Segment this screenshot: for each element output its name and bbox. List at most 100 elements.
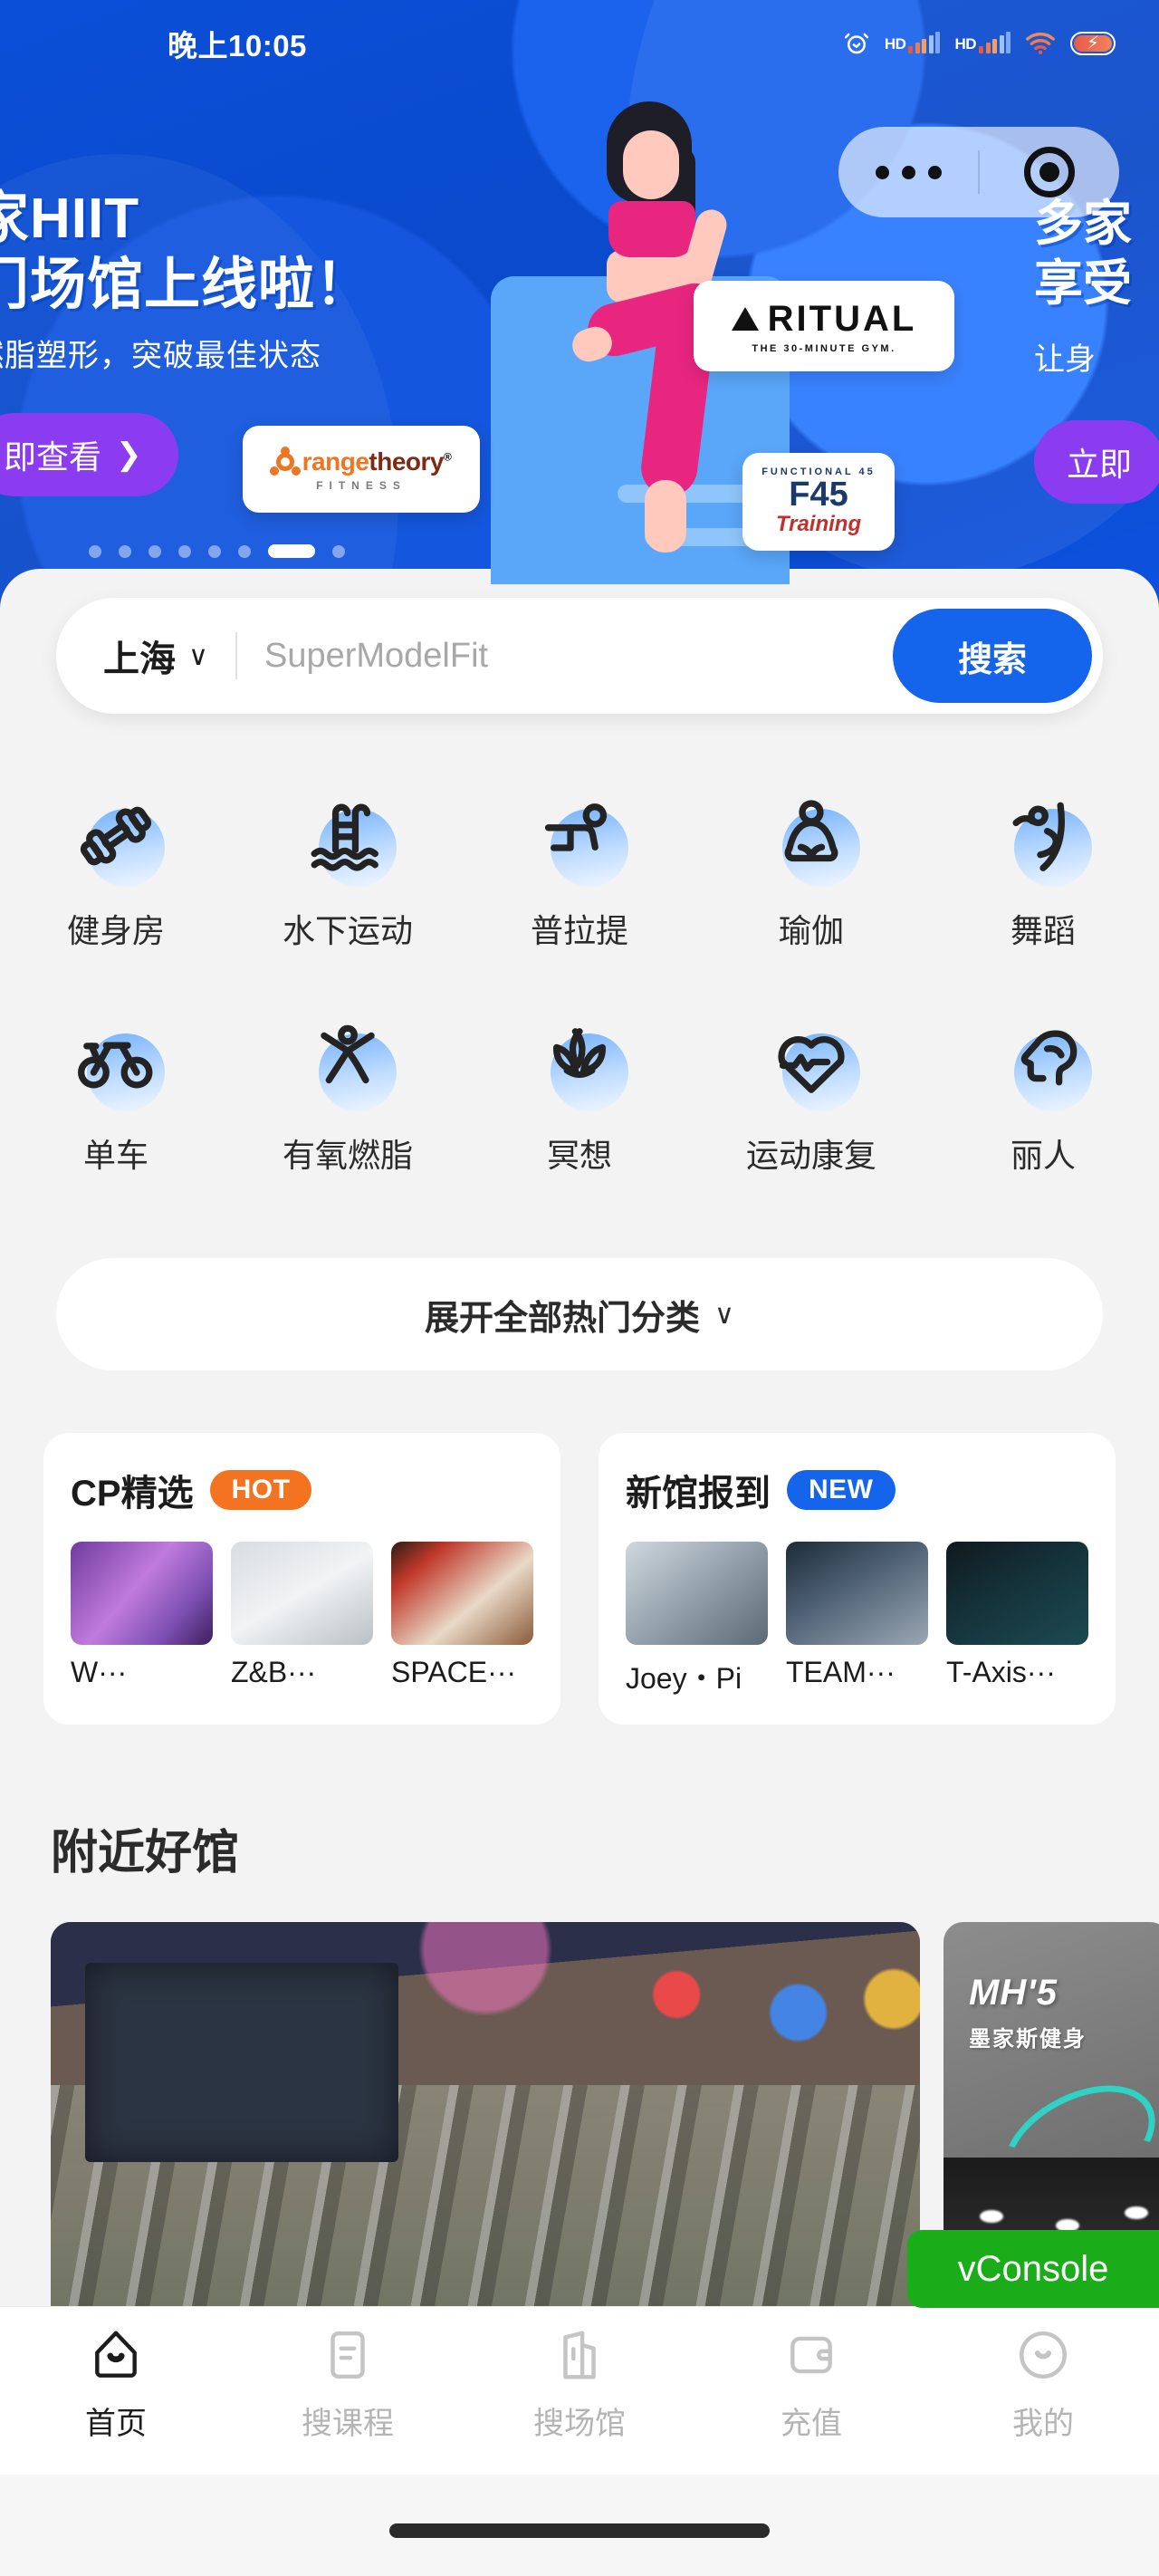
category-label: 丽人 [1010, 1137, 1076, 1174]
ritual-tagline: THE 30-MINUTE GYM. [752, 342, 896, 354]
gym-subtitle: 墨家斯健身 [969, 2027, 1087, 2052]
app-screen: 家HIIT 门场馆上线啦！ 燃脂塑形，突破最佳状态 即查看 ❯ 多家 享受 让身… [0, 0, 1159, 2576]
carousel-dot[interactable] [119, 544, 131, 558]
expand-categories-button[interactable]: 展开全部热门分类 ∨ [56, 1258, 1103, 1370]
home-indicator [389, 2523, 770, 2538]
status-badge-new: NEW [787, 1470, 896, 1510]
carousel-dot[interactable] [238, 544, 251, 558]
tab-profile[interactable]: 我的 [927, 2327, 1159, 2443]
promo-title: 新馆报到 [626, 1474, 771, 1514]
search-input[interactable]: SuperModelFit [264, 637, 488, 676]
brand-chip-orangetheory: rangetheory® FITNESS [243, 426, 480, 513]
promo-thumb-caption: TEAM··· [786, 1656, 896, 1688]
carousel-dot[interactable] [332, 544, 345, 558]
search-divider [235, 632, 237, 679]
ritual-logo-icon [731, 307, 759, 331]
promo-thumb-image [231, 1542, 373, 1645]
tab-home[interactable]: 首页 [0, 2327, 232, 2443]
banner-cta-label: 即查看 [4, 438, 102, 476]
city-selector[interactable]: 上海 ∨ [103, 630, 208, 682]
dancer-icon [989, 782, 1097, 890]
carousel-dot[interactable] [148, 544, 161, 558]
venue-icon [551, 2327, 608, 2388]
category-item-dance[interactable]: 舞蹈 [927, 765, 1159, 952]
promo-card-new-venues[interactable]: 新馆报到 NEW Joey・Pi TEAM··· T-Axis··· [599, 1433, 1116, 1725]
category-item-cardio[interactable]: 有氧燃脂 [232, 990, 464, 1177]
category-row-1: 健身房 水下运动 普拉提 瑜伽 舞蹈 [0, 765, 1159, 952]
banner-subtitle: 燃脂塑形，突破最佳状态 [0, 339, 321, 374]
yoga-lotus-person-icon [757, 782, 866, 890]
status-badge-hot: HOT [209, 1470, 312, 1510]
hd-signal-icon: HD [885, 32, 941, 53]
vconsole-button[interactable]: vConsole [907, 2230, 1159, 2308]
carousel-dot[interactable] [208, 544, 221, 558]
tab-recharge[interactable]: 充值 [695, 2327, 927, 2443]
promo-thumb[interactable]: T-Axis··· [946, 1542, 1088, 1697]
search-bar[interactable]: 上海 ∨ SuperModelFit 搜索 [56, 598, 1103, 714]
tab-label: 充值 [781, 2407, 842, 2441]
more-icon[interactable] [838, 165, 978, 179]
banner-title-line1: 家HIIT [0, 187, 140, 250]
carousel-dot[interactable] [178, 544, 191, 558]
tab-venues[interactable]: 搜场馆 [464, 2327, 695, 2443]
chevron-down-icon: ∨ [714, 1299, 734, 1330]
promo-card-cp-selection[interactable]: CP精选 HOT W··· Z&B··· SPACE··· [43, 1433, 560, 1725]
promo-thumb[interactable]: TEAM··· [786, 1542, 928, 1697]
next-banner-cta[interactable]: 立即 [1033, 419, 1159, 504]
category-item-water-sports[interactable]: 水下运动 [232, 765, 464, 952]
promo-thumb[interactable]: SPACE··· [391, 1542, 533, 1689]
promo-thumb-image [391, 1542, 533, 1645]
gym-logo-banner: MH'5 墨家斯健身 [943, 1922, 1159, 2226]
category-item-meditation[interactable]: 冥想 [464, 990, 695, 1177]
brand-chip-f45: FUNCTIONAL 45 F45 Training [742, 453, 895, 551]
home-icon [88, 2327, 144, 2388]
miniprogram-capsule[interactable] [838, 127, 1119, 217]
banner-title-line2: 门场馆上线啦！ [0, 254, 373, 317]
carousel-dots[interactable] [89, 544, 345, 558]
target-icon[interactable] [980, 147, 1119, 197]
category-item-yoga[interactable]: 瑜伽 [695, 765, 927, 952]
jumping-jack-icon [293, 1006, 402, 1115]
tab-courses[interactable]: 搜课程 [232, 2327, 464, 2443]
category-item-pilates[interactable]: 普拉提 [464, 765, 695, 952]
bottom-tab-bar: 首页 搜课程 搜场馆 充值 我的 [0, 2306, 1159, 2475]
beauty-face-icon [989, 1006, 1097, 1115]
orangetheory-logo-icon [269, 446, 301, 476]
category-item-beauty[interactable]: 丽人 [927, 990, 1159, 1177]
category-label: 冥想 [546, 1137, 612, 1174]
battery-charging-icon: ⚡ [1070, 32, 1116, 55]
carousel-dot-active[interactable] [268, 544, 315, 558]
category-item-rehab[interactable]: 运动康复 [695, 990, 927, 1177]
promo-thumb[interactable]: W··· [71, 1542, 213, 1689]
banner-cta-button[interactable]: 即查看 ❯ [0, 413, 178, 497]
next-banner-line2: 享受 [1033, 255, 1132, 311]
category-label: 水下运动 [282, 912, 413, 949]
pilates-reformer-icon [525, 782, 634, 890]
expand-label: 展开全部热门分类 [425, 1299, 701, 1338]
promo-thumb-image [946, 1542, 1088, 1645]
promo-thumb-image [71, 1542, 213, 1645]
chevron-right-icon: ❯ [116, 437, 142, 473]
hd-signal-icon-2: HD [954, 32, 1011, 53]
course-list-icon [320, 2327, 376, 2388]
f45-name: F45 [789, 476, 848, 514]
search-button[interactable]: 搜索 [893, 609, 1092, 703]
section-title-nearby: 附近好馆 [51, 1827, 240, 1879]
promo-thumb[interactable]: Joey・Pi [626, 1542, 768, 1697]
promo-title: CP精选 [71, 1474, 194, 1514]
promo-card-row: CP精选 HOT W··· Z&B··· SPACE··· 新馆报到 NEW J… [43, 1433, 1116, 1725]
lotus-flower-icon [525, 1006, 634, 1115]
category-item-gym[interactable]: 健身房 [0, 765, 232, 952]
carousel-dot[interactable] [89, 544, 101, 558]
promo-thumb-caption: SPACE··· [391, 1656, 517, 1688]
tab-label: 我的 [1012, 2407, 1074, 2441]
promo-banner-carousel[interactable]: 家HIIT 门场馆上线啦！ 燃脂塑形，突破最佳状态 即查看 ❯ 多家 享受 让身… [0, 0, 1159, 634]
f45-tagline: Training [775, 512, 862, 536]
next-banner-line3: 让身 [1033, 341, 1096, 377]
heart-pulse-icon [757, 1006, 866, 1115]
promo-thumb[interactable]: Z&B··· [231, 1542, 373, 1689]
bicycle-icon [62, 1006, 170, 1115]
banner-next-slide-peek[interactable]: 多家 享受 让身 立即 [1033, 195, 1159, 504]
category-item-cycling[interactable]: 单车 [0, 990, 232, 1177]
category-label: 单车 [82, 1137, 148, 1174]
